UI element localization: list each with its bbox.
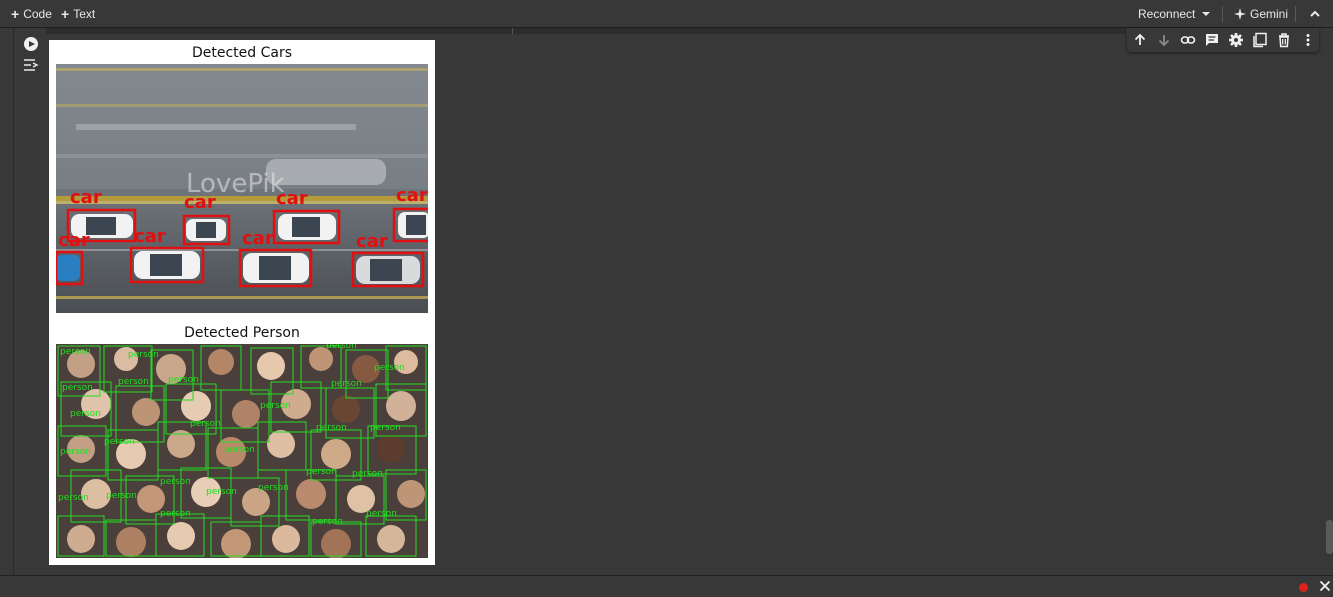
- person-label: person: [190, 419, 221, 429]
- cell-toolbar: [1127, 28, 1319, 52]
- car-label: car: [242, 228, 274, 249]
- add-text-button[interactable]: + Text: [61, 6, 95, 22]
- car-label: car: [276, 188, 308, 209]
- person-label: person: [118, 377, 149, 387]
- arrow-up-icon[interactable]: [1132, 32, 1148, 48]
- person-label: person: [160, 509, 191, 519]
- person-label: person: [352, 469, 383, 479]
- add-code-button[interactable]: + Code: [11, 6, 52, 22]
- caret-down-icon: [1202, 12, 1210, 16]
- left-rail: [0, 28, 14, 575]
- trash-icon[interactable]: [1276, 32, 1292, 48]
- detected-cars-image: LovePik car car car car car car car car: [56, 64, 428, 313]
- person-label: person: [70, 409, 101, 419]
- person-label: person: [374, 363, 405, 373]
- person-label: person: [160, 477, 191, 487]
- output-actions-button[interactable]: [22, 57, 40, 73]
- close-icon[interactable]: [1317, 578, 1333, 594]
- car-label: car: [396, 185, 428, 206]
- person-label: person: [366, 509, 397, 519]
- run-cell-button[interactable]: [24, 37, 38, 51]
- gemini-button[interactable]: Gemini: [1234, 6, 1288, 22]
- arrow-down-icon[interactable]: [1156, 32, 1172, 48]
- person-label: person: [168, 375, 199, 385]
- person-label: person: [58, 493, 89, 503]
- chevron-up-icon: [1310, 10, 1320, 17]
- plus-icon: +: [11, 6, 20, 22]
- person-label: person: [306, 467, 337, 477]
- figure-title-person: Detected Person: [184, 325, 300, 341]
- person-label: person: [206, 487, 237, 497]
- reconnect-button[interactable]: Reconnect: [1138, 6, 1195, 22]
- person-label: person: [60, 347, 91, 357]
- person-label: person: [106, 491, 137, 501]
- divider: [1222, 6, 1223, 22]
- divider: [1295, 6, 1296, 22]
- person-label: person: [331, 379, 362, 389]
- collapse-toolbar-button[interactable]: [1308, 6, 1322, 22]
- add-code-label: Code: [23, 7, 52, 21]
- person-label: person: [370, 423, 401, 433]
- sparkle-icon: [1234, 8, 1246, 20]
- person-label: person: [258, 483, 289, 493]
- divider: [512, 28, 513, 34]
- gear-icon[interactable]: [1228, 32, 1244, 48]
- status-bar: [0, 575, 1333, 597]
- more-vert-icon[interactable]: [1300, 32, 1316, 48]
- notebook-toolbar: + Code + Text Reconnect Gemini: [0, 0, 1333, 28]
- car-label: car: [58, 230, 90, 251]
- car-label: car: [134, 226, 166, 247]
- cars-image-canvas: LovePik car car car car car car car car: [56, 64, 428, 313]
- link-icon[interactable]: [1180, 32, 1196, 48]
- reconnect-label: Reconnect: [1138, 7, 1196, 21]
- person-label: person: [62, 383, 93, 393]
- figure-title-cars: Detected Cars: [191, 45, 293, 61]
- person-label: person: [326, 344, 357, 351]
- scrollbar-thumb[interactable]: [1326, 520, 1333, 554]
- car-label: car: [184, 192, 216, 213]
- add-text-label: Text: [73, 7, 96, 21]
- person-label: person: [316, 423, 347, 433]
- comment-icon[interactable]: [1204, 32, 1220, 48]
- person-label: person: [104, 437, 135, 447]
- output-menu-icon: [24, 59, 39, 71]
- car-label: car: [70, 187, 102, 208]
- car-label: car: [356, 231, 388, 252]
- person-label: person: [224, 445, 255, 455]
- person-image-canvas: person person person person person perso…: [56, 344, 428, 558]
- gemini-label: Gemini: [1250, 7, 1289, 21]
- person-label: person: [128, 350, 159, 360]
- person-label: person: [60, 447, 91, 457]
- status-dot-icon: [1299, 583, 1308, 592]
- cell-output: Detected Cars LovePik car car car car ca…: [49, 40, 435, 565]
- mirror-cell-icon[interactable]: [1252, 32, 1268, 48]
- person-label: person: [260, 401, 291, 411]
- person-label: person: [312, 517, 343, 527]
- runtime-dropdown-button[interactable]: [1200, 6, 1212, 22]
- detected-person-image: person person person person person perso…: [56, 344, 428, 558]
- plus-icon: +: [61, 6, 70, 22]
- code-cell-editor-edge: [46, 28, 1126, 34]
